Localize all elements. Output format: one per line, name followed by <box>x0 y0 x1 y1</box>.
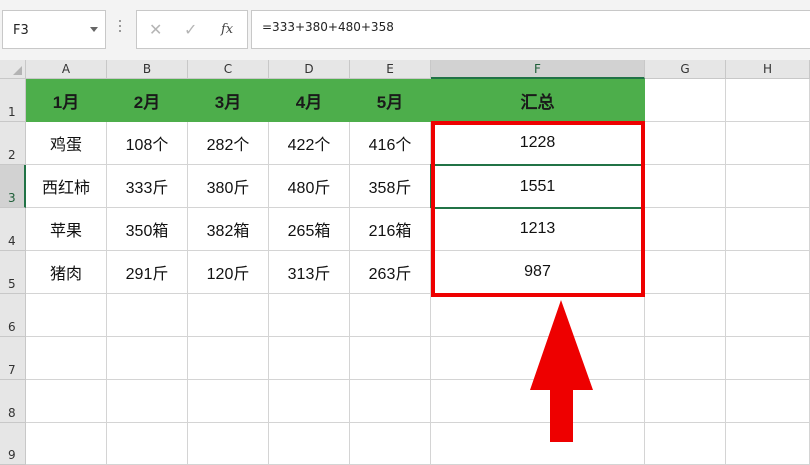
red-up-arrow-icon <box>530 300 593 442</box>
